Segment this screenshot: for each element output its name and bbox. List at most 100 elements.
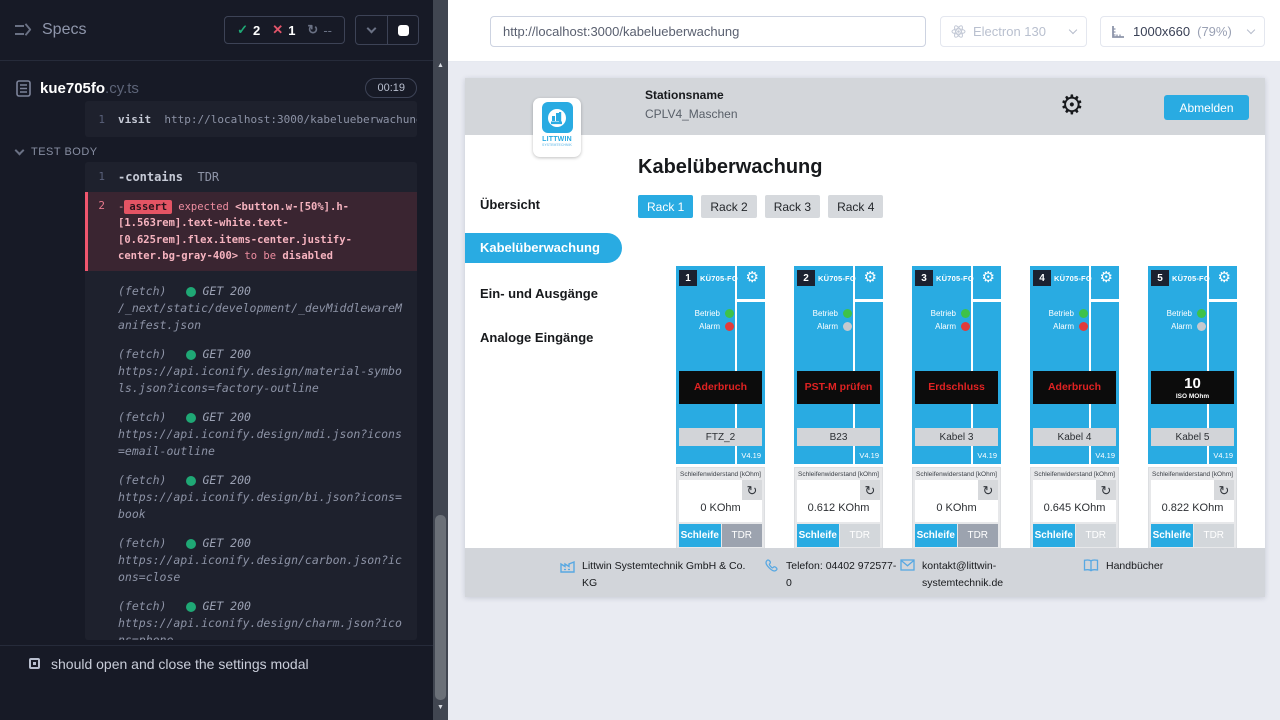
settings-gear-icon[interactable]: ⚙	[1060, 92, 1084, 119]
firmware-version: V4.19	[859, 451, 879, 460]
device-card-module: 4 KÜ705-FO ⚙ Betrieb Alarm Aderbruch Kab…	[1030, 266, 1119, 464]
refresh-button[interactable]: ↻	[742, 480, 762, 500]
fetch-log-row[interactable]: (fetch)GET 200 https://api.iconify.desig…	[85, 535, 417, 586]
firmware-version: V4.19	[1213, 451, 1233, 460]
device-number-badge: 4	[1033, 270, 1051, 286]
alarm-led	[1197, 322, 1206, 331]
footer-item[interactable]: Littwin Systemtechnik GmbH & Co.KG	[560, 558, 745, 592]
email-icon	[900, 559, 915, 592]
visit-command-row[interactable]: 1 visit http://localhost:3000/kabelueber…	[85, 101, 417, 137]
device-model: KÜ705-FO	[700, 274, 738, 283]
device-card: 3 KÜ705-FO ⚙ Betrieb Alarm Erdschluss Ka…	[912, 266, 1001, 564]
betrieb-led-row: Betrieb	[798, 309, 852, 318]
tdr-button[interactable]: TDR	[1076, 524, 1117, 547]
failed-assert-row[interactable]: 2 -assertexpected <button.w-[50%].h-[1.5…	[85, 192, 417, 271]
schleife-button[interactable]: Schleife	[1033, 524, 1075, 547]
spec-timer: 00:19	[365, 78, 417, 98]
littwin-logo-icon	[542, 102, 573, 133]
reporter-scrollbar[interactable]: ▲ ▼	[433, 0, 448, 720]
device-model: KÜ705-FO	[1054, 274, 1092, 283]
resistance-value: 0 KOhm	[679, 502, 762, 514]
specs-label: Specs	[42, 21, 86, 39]
device-card-module: 5 KÜ705-FO ⚙ Betrieb Alarm 10 ISO MOhm K…	[1148, 266, 1237, 464]
test-stats: ✓ 2 ✕ 1 ↻ --	[224, 16, 345, 44]
browser-selector[interactable]: Electron 130	[940, 16, 1087, 47]
alarm-led-row: Alarm	[680, 322, 734, 331]
device-display: PST-M prüfen	[797, 371, 880, 404]
scrollbar-thumb[interactable]	[435, 515, 446, 700]
scroll-up-icon[interactable]: ▲	[433, 62, 448, 69]
betrieb-led	[725, 309, 734, 318]
pending-test-row[interactable]: should open and close the settings modal	[0, 645, 433, 681]
device-card-module: 1 KÜ705-FO ⚙ Betrieb Alarm Aderbruch FTZ…	[676, 266, 765, 464]
specs-button[interactable]: Specs	[14, 21, 224, 39]
collapse-button[interactable]	[356, 16, 387, 44]
viewport-selector[interactable]: 1000x660 (79%)	[1100, 16, 1265, 47]
tab-rack-3[interactable]: Rack 3	[765, 195, 820, 218]
device-gear-icon[interactable]: ⚙	[864, 270, 877, 285]
refresh-button[interactable]: ↻	[1096, 480, 1116, 500]
fetch-log-row[interactable]: (fetch)GET 200 /_next/static/development…	[85, 283, 417, 334]
nav-kabelueberwachung[interactable]: Kabelüberwachung	[465, 233, 622, 263]
alarm-led	[725, 322, 734, 331]
test-body-section-toggle[interactable]: TEST BODY	[16, 146, 98, 158]
device-gear-icon[interactable]: ⚙	[1218, 270, 1231, 285]
footer-item[interactable]: kontakt@littwin-systemtechnik.de	[900, 558, 1003, 592]
resistance-value-box: ↻ 0.645 KOhm	[1033, 480, 1116, 522]
tdr-button[interactable]: TDR	[958, 524, 999, 547]
tdr-button[interactable]: TDR	[840, 524, 881, 547]
fetch-log-list: (fetch)GET 200 /_next/static/development…	[85, 283, 417, 640]
tab-rack-2[interactable]: Rack 2	[701, 195, 756, 218]
schleife-button[interactable]: Schleife	[797, 524, 839, 547]
device-card: 4 KÜ705-FO ⚙ Betrieb Alarm Aderbruch Kab…	[1030, 266, 1119, 564]
device-gear-icon[interactable]: ⚙	[746, 270, 759, 285]
cable-label: Kabel 5	[1151, 428, 1234, 446]
device-display: Erdschluss	[915, 371, 998, 404]
stop-button[interactable]	[387, 16, 418, 44]
nav-analoge-eingaenge[interactable]: Analoge Eingänge	[480, 330, 593, 345]
device-card-module: 2 KÜ705-FO ⚙ Betrieb Alarm PST-M prüfen …	[794, 266, 883, 464]
status-dot-icon	[186, 476, 196, 486]
device-gear-icon[interactable]: ⚙	[1100, 270, 1113, 285]
schleife-button[interactable]: Schleife	[1151, 524, 1193, 547]
nav-ein-und-ausgaenge[interactable]: Ein- und Ausgänge	[480, 286, 598, 301]
refresh-button[interactable]: ↻	[978, 480, 998, 500]
tdr-button[interactable]: TDR	[1194, 524, 1235, 547]
alarm-led-row: Alarm	[798, 322, 852, 331]
url-input[interactable]: http://localhost:3000/kabelueberwachung	[490, 16, 926, 47]
fetch-log-row[interactable]: (fetch)GET 200 https://api.iconify.desig…	[85, 598, 417, 640]
device-cards: 1 KÜ705-FO ⚙ Betrieb Alarm Aderbruch FTZ…	[676, 266, 1237, 564]
tab-rack-1[interactable]: Rack 1	[638, 195, 693, 218]
fetch-log-row[interactable]: (fetch)GET 200 https://api.iconify.desig…	[85, 346, 417, 397]
chevron-down-icon	[1247, 26, 1255, 34]
chevron-down-icon	[1069, 26, 1077, 34]
fetch-log-row[interactable]: (fetch)GET 200 https://api.iconify.desig…	[85, 472, 417, 523]
tab-rack-4[interactable]: Rack 4	[828, 195, 883, 218]
pending-count: ↻ --	[307, 22, 332, 38]
fetch-log-row[interactable]: (fetch)GET 200 https://api.iconify.desig…	[85, 409, 417, 460]
alarm-led-row: Alarm	[1152, 322, 1206, 331]
device-gear-icon[interactable]: ⚙	[982, 270, 995, 285]
schleife-button[interactable]: Schleife	[679, 524, 721, 547]
device-display: Aderbruch	[679, 371, 762, 404]
passed-count: ✓ 2	[237, 22, 260, 38]
footer-item[interactable]: Telefon: 04402 972577-0	[765, 558, 896, 592]
contains-command-row[interactable]: 1 -contains TDR	[85, 167, 417, 187]
scroll-down-icon[interactable]: ▼	[433, 704, 448, 711]
app-header: Stationsname CPLV4_Maschen ⚙ Abmelden	[465, 78, 1265, 135]
status-dot-icon	[186, 287, 196, 297]
footer-item[interactable]: Handbücher	[1083, 558, 1163, 575]
schleife-button[interactable]: Schleife	[915, 524, 957, 547]
refresh-button[interactable]: ↻	[860, 480, 880, 500]
refresh-button[interactable]: ↻	[1214, 480, 1234, 500]
device-card: 5 KÜ705-FO ⚙ Betrieb Alarm 10 ISO MOhm K…	[1148, 266, 1237, 564]
ruler-icon	[1111, 25, 1126, 39]
cable-label: Kabel 3	[915, 428, 998, 446]
status-dot-icon	[186, 413, 196, 423]
device-model: KÜ705-FO	[1172, 274, 1210, 283]
refresh-icon: ↻	[307, 22, 318, 38]
tdr-button[interactable]: TDR	[722, 524, 763, 547]
nav-uebersicht[interactable]: Übersicht	[480, 197, 540, 212]
screen: Specs ✓ 2 ✕ 1 ↻ --	[0, 0, 1280, 720]
logout-button[interactable]: Abmelden	[1164, 95, 1249, 120]
